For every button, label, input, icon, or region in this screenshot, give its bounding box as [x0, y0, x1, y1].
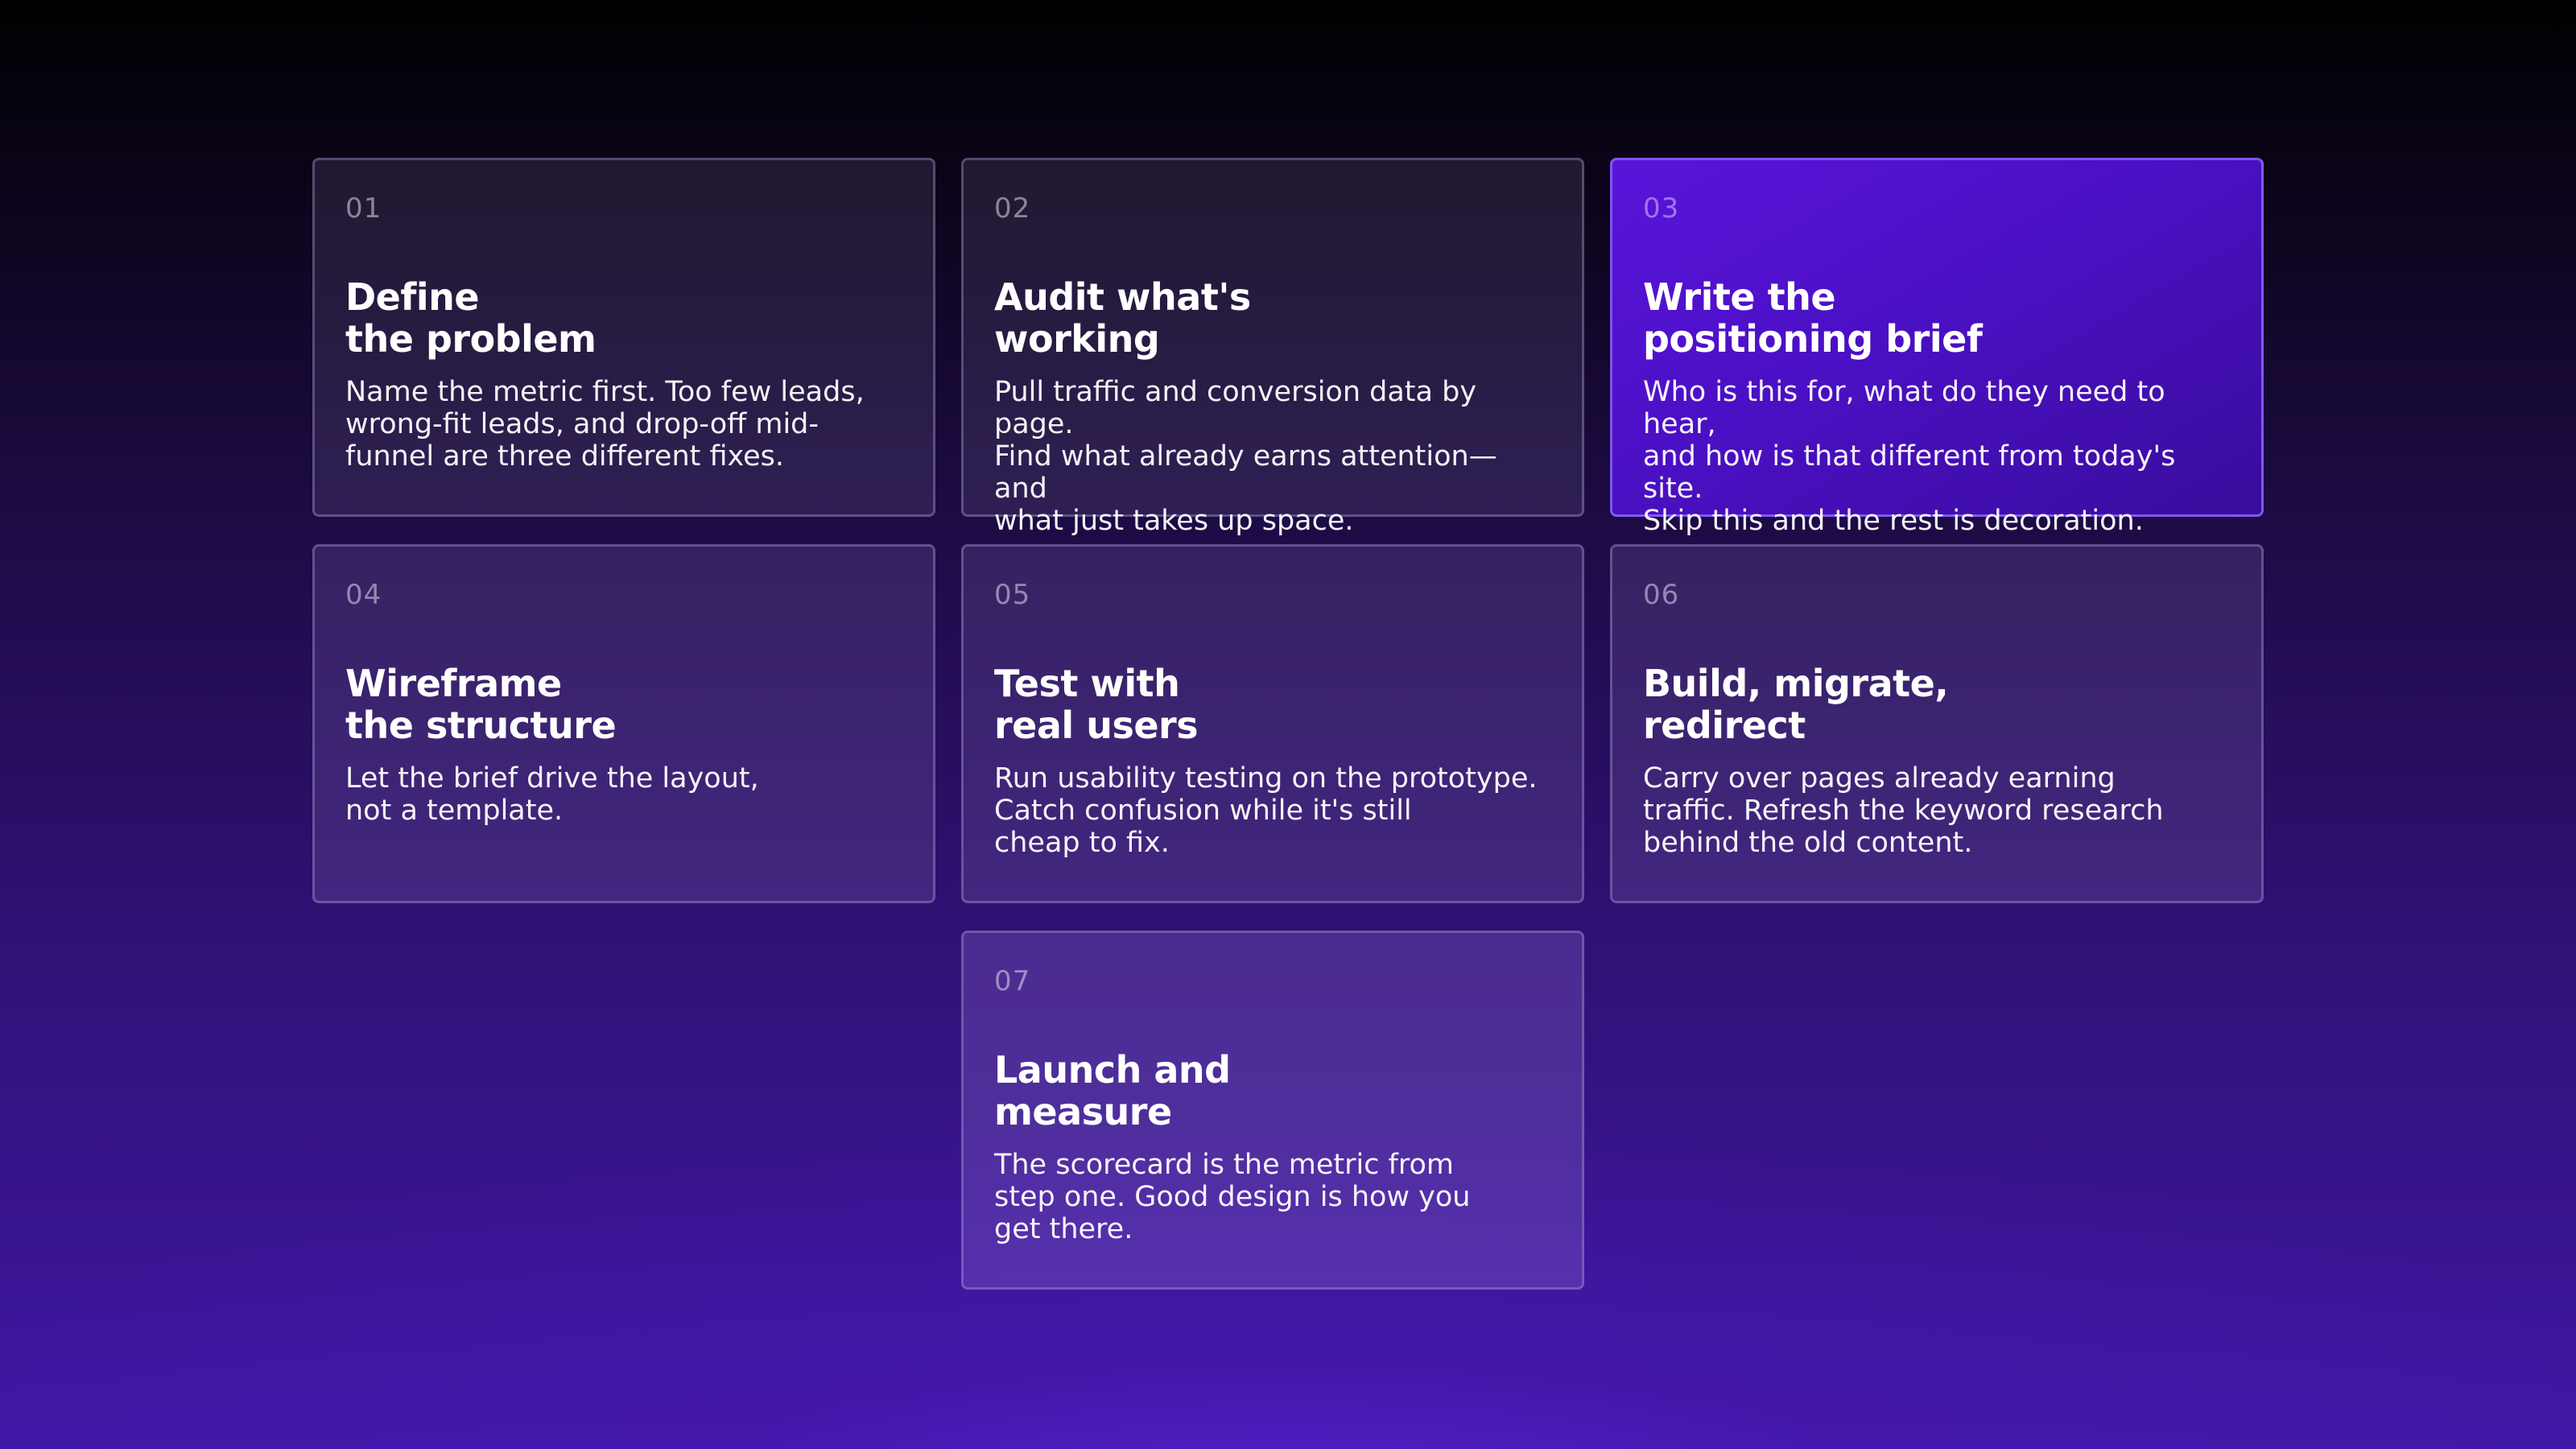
step-card-06: 06 Build, migrate, redirect Carry over p…	[1610, 544, 2264, 903]
step-number: 05	[994, 579, 1031, 611]
step-card-01: 01 Define the problem Name the metric fi…	[312, 158, 935, 517]
step-card-03-highlighted: 03 Write the positioning brief Who is th…	[1610, 158, 2264, 537]
step-number: 07	[994, 965, 1031, 997]
step-description: Pull traffic and conversion data by page…	[994, 376, 1497, 537]
step-description: Run usability testing on the prototype. …	[994, 762, 1538, 859]
step-title: Test with real users	[994, 662, 1199, 747]
step-number: 01	[345, 192, 382, 225]
step-description: Let the brief drive the layout, not a te…	[345, 762, 759, 827]
step-title: Write the positioning brief	[1643, 275, 1983, 361]
step-title: Define the problem	[345, 275, 597, 361]
step-card-04: 04 Wireframe the structure Let the brief…	[312, 544, 935, 903]
step-description: Who is this for, what do they need to he…	[1643, 376, 2176, 537]
step-number: 02	[994, 192, 1031, 225]
step-card-02: 02 Audit what's working Pull traffic and…	[961, 158, 1584, 537]
step-description: Carry over pages already earning traffic…	[1643, 762, 2164, 859]
step-title: Audit what's working	[994, 275, 1251, 361]
step-number: 04	[345, 579, 382, 611]
step-description: The scorecard is the metric from step on…	[994, 1149, 1471, 1245]
step-description: Name the metric first. Too few leads, wr…	[345, 376, 865, 473]
process-steps-grid: 01 Define the problem Name the metric fi…	[0, 0, 2576, 1449]
step-title: Launch and measure	[994, 1048, 1231, 1133]
step-card-07: 07 Launch and measure The scorecard is t…	[961, 931, 1584, 1290]
step-number: 03	[1643, 192, 1680, 225]
step-title: Build, migrate, redirect	[1643, 662, 1949, 747]
step-card-05: 05 Test with real users Run usability te…	[961, 544, 1584, 903]
step-title: Wireframe the structure	[345, 662, 617, 747]
step-number: 06	[1643, 579, 1680, 611]
